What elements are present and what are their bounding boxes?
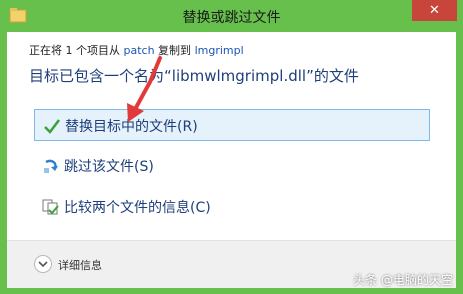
compare-option-label: 比较两个文件的信息(C) <box>64 200 211 216</box>
chevron-down-icon <box>38 261 48 268</box>
info-middle: 复制到 <box>154 44 195 57</box>
expand-details-button[interactable] <box>34 255 52 273</box>
compare-option[interactable]: 比较两个文件的信息(C) <box>34 191 430 223</box>
skip-arrow-icon <box>44 159 58 173</box>
conflict-heading: 目标已包含一个名为“libmwlmgrimpl.dll”的文件 <box>29 67 359 85</box>
skip-option[interactable]: 跳过该文件(S) <box>34 150 430 182</box>
replace-option[interactable]: 替换目标中的文件(R) <box>34 109 430 141</box>
compare-icon <box>42 199 59 215</box>
replace-option-label: 替换目标中的文件(R) <box>65 119 198 135</box>
dialog-window: 替换或跳过文件 ✕ 正在将 1 个项目从 patch 复制到 lmgrimpl … <box>0 0 463 294</box>
info-prefix: 正在将 1 个项目从 <box>29 44 124 57</box>
destination-folder-link[interactable]: lmgrimpl <box>195 44 244 57</box>
window-title: 替换或跳过文件 <box>182 10 281 26</box>
close-button[interactable]: ✕ <box>412 0 457 21</box>
check-icon <box>44 119 60 134</box>
source-folder-link[interactable]: patch <box>124 44 155 57</box>
skip-option-label: 跳过该文件(S) <box>64 159 154 175</box>
watermark: 头条 @电脑的天空 <box>353 273 453 287</box>
copy-info: 正在将 1 个项目从 patch 复制到 lmgrimpl <box>29 42 244 58</box>
more-details-label[interactable]: 详细信息 <box>58 257 102 273</box>
title-bar[interactable]: 替换或跳过文件 ✕ <box>0 0 463 32</box>
